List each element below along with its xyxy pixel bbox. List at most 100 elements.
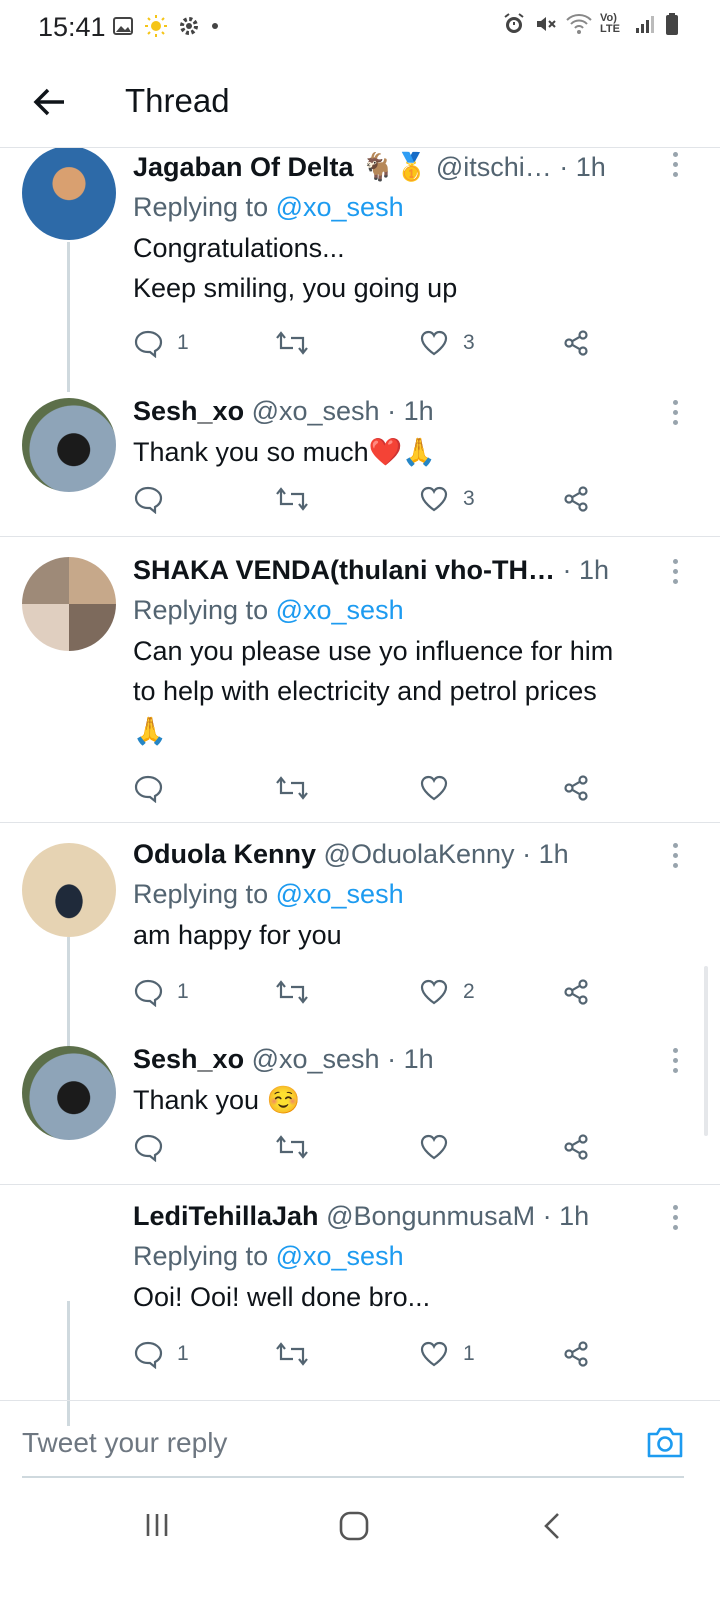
author-name[interactable]: Sesh_xo xyxy=(133,396,244,426)
avatar[interactable] xyxy=(22,398,116,492)
tweet-text: am happy for you xyxy=(133,920,342,950)
retweet-button[interactable] xyxy=(275,773,323,803)
more-options-icon[interactable] xyxy=(670,1048,680,1078)
reply-icon xyxy=(134,486,163,514)
more-options-icon[interactable] xyxy=(670,1205,680,1235)
author-handle: @OduolaKenny xyxy=(323,839,515,869)
share-button[interactable] xyxy=(561,484,591,514)
tweet-item[interactable]: SHAKA VENDA(thulani vho-TH… · 1h Replyin… xyxy=(0,536,720,822)
retweet-icon xyxy=(276,1342,308,1366)
camera-icon[interactable] xyxy=(646,1425,684,1464)
tweet-item[interactable]: Oduola Kenny @OduolaKenny · 1h Replying … xyxy=(0,822,720,1047)
author-name[interactable]: LediTehillaJah xyxy=(133,1201,319,1231)
reply-button[interactable] xyxy=(133,484,177,514)
replying-handle-link[interactable]: @xo_sesh xyxy=(276,879,404,909)
avatar[interactable] xyxy=(22,843,116,937)
author-handle: @BongunmusaM xyxy=(326,1201,536,1231)
scrollbar[interactable] xyxy=(704,966,708,1136)
reply-icon xyxy=(134,775,163,803)
share-icon xyxy=(564,486,588,512)
reply-button[interactable]: 1 xyxy=(133,328,189,358)
avatar[interactable] xyxy=(22,557,116,651)
reply-icon xyxy=(134,1341,163,1369)
heart-icon xyxy=(420,775,448,801)
share-icon xyxy=(564,1341,588,1367)
back-nav-icon[interactable] xyxy=(540,1510,564,1547)
timestamp: · 1h xyxy=(562,555,610,585)
timestamp: · 1h xyxy=(559,152,606,182)
replying-handle-link[interactable]: @xo_sesh xyxy=(276,192,404,222)
author-emoji: 🐐🥇 xyxy=(361,152,429,182)
author-name[interactable]: Jagaban Of Delta xyxy=(133,152,354,182)
reply-button[interactable]: 1 xyxy=(133,977,189,1007)
tweet-item[interactable]: LediTehillaJah @BongunmusaM · 1h Replyin… xyxy=(0,1184,720,1426)
retweet-icon xyxy=(276,331,308,355)
replying-prefix: Replying to xyxy=(133,192,269,222)
share-button[interactable] xyxy=(561,977,591,1007)
notification-dot-icon xyxy=(210,21,220,31)
reply-input[interactable]: Tweet your reply xyxy=(22,1427,227,1459)
author-handle: @xo_sesh xyxy=(251,396,380,426)
retweet-button[interactable] xyxy=(275,1339,323,1369)
like-button[interactable] xyxy=(419,1132,463,1162)
like-button[interactable]: 3 xyxy=(419,484,475,514)
thread-feed[interactable]: Jagaban Of Delta 🐐🥇 @itschi… · 1h Replyi… xyxy=(0,148,720,1426)
wifi-icon xyxy=(566,13,592,35)
heart-icon xyxy=(420,486,448,512)
reply-count: 1 xyxy=(177,1342,189,1365)
retweet-button[interactable] xyxy=(275,977,323,1007)
retweet-button[interactable] xyxy=(275,484,323,514)
home-icon[interactable] xyxy=(338,1510,370,1547)
replying-handle-link[interactable]: @xo_sesh xyxy=(276,595,404,625)
status-time: 15:41 xyxy=(38,12,106,42)
author-name[interactable]: Sesh_xo xyxy=(133,1044,244,1074)
retweet-button[interactable] xyxy=(275,1132,323,1162)
thread-connector xyxy=(67,242,70,392)
signal-icon xyxy=(634,13,656,35)
avatar[interactable] xyxy=(22,1046,116,1140)
tweet-text: Thank you so much❤️🙏 xyxy=(133,437,436,467)
heart-icon xyxy=(420,1341,448,1367)
share-icon xyxy=(564,979,588,1005)
recent-apps-icon[interactable] xyxy=(142,1510,172,1545)
settings-gear-icon xyxy=(178,15,200,37)
like-count: 1 xyxy=(463,1342,475,1365)
like-button[interactable]: 2 xyxy=(419,977,475,1007)
reply-button[interactable]: 1 xyxy=(133,1339,189,1369)
timestamp: · 1h xyxy=(522,839,569,869)
like-button[interactable] xyxy=(419,773,463,803)
like-count: 2 xyxy=(463,980,475,1003)
share-button[interactable] xyxy=(561,328,591,358)
retweet-button[interactable] xyxy=(275,328,323,358)
avatar[interactable] xyxy=(22,148,116,240)
tweet-item[interactable]: Sesh_xo @xo_sesh · 1h Thank you ☺️ xyxy=(0,1024,720,1184)
author-name[interactable]: SHAKA VENDA(thulani vho-TH… xyxy=(133,555,555,585)
mute-icon xyxy=(534,12,558,36)
more-options-icon[interactable] xyxy=(670,152,680,182)
reply-button[interactable] xyxy=(133,1132,177,1162)
share-button[interactable] xyxy=(561,773,591,803)
more-options-icon[interactable] xyxy=(670,400,680,430)
reply-button[interactable] xyxy=(133,773,177,803)
share-icon xyxy=(564,775,588,801)
back-arrow-icon[interactable] xyxy=(30,82,70,122)
retweet-icon xyxy=(276,487,308,511)
like-button[interactable]: 1 xyxy=(419,1339,475,1369)
tweet-item[interactable]: Sesh_xo @xo_sesh · 1h Thank you so much❤… xyxy=(0,384,720,536)
more-options-icon[interactable] xyxy=(670,559,680,589)
brightness-icon xyxy=(144,14,168,38)
share-button[interactable] xyxy=(561,1339,591,1369)
replying-prefix: Replying to xyxy=(133,595,269,625)
reply-composer[interactable]: Tweet your reply xyxy=(0,1400,720,1480)
status-bar: 15:41 Vo) LTE xyxy=(0,0,720,56)
reply-count: 1 xyxy=(177,980,189,1003)
app-bar: Thread xyxy=(0,56,720,148)
tweet-item[interactable]: Jagaban Of Delta 🐐🥇 @itschi… · 1h Replyi… xyxy=(0,148,720,392)
reply-icon xyxy=(134,979,163,1007)
share-button[interactable] xyxy=(561,1132,591,1162)
more-options-icon[interactable] xyxy=(670,843,680,873)
replying-handle-link[interactable]: @xo_sesh xyxy=(276,1241,404,1271)
author-name[interactable]: Oduola Kenny xyxy=(133,839,316,869)
like-button[interactable]: 3 xyxy=(419,328,475,358)
heart-icon xyxy=(420,1134,448,1160)
